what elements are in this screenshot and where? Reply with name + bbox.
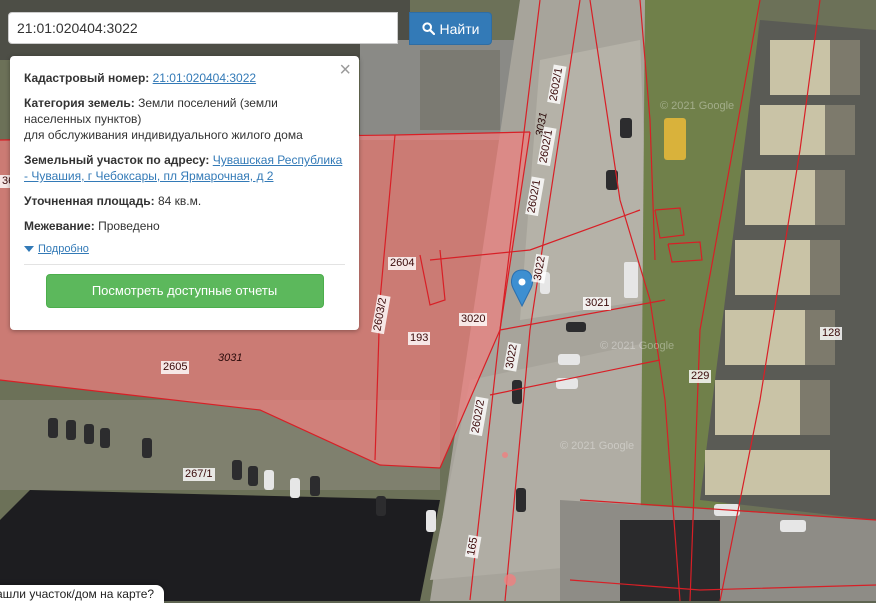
search-button-label: Найти [439,20,480,37]
address-row: Земельный участок по адресу: Чувашская Р… [24,152,345,184]
parcel-label: 2604 [388,257,417,270]
found-parcel-prompt[interactable]: ашли участок/дом на карте? [0,585,165,603]
area-label: Уточненная площадь: [24,194,155,208]
parcel-label: 193 [408,332,431,345]
category-purpose: для обслуживания индивидуального жилого … [24,128,303,142]
details-toggle[interactable]: Подробно [24,243,345,255]
building-roof [420,50,500,130]
close-icon[interactable]: × [339,60,351,80]
search-input[interactable] [8,12,398,44]
category-label: Категория земель: [24,96,135,110]
map-watermark: © 2021 Google [660,100,735,112]
parcel-label: 229 [689,370,712,383]
map-watermark: © 2021 Google [600,340,675,352]
survey-row: Межевание: Проведено [24,218,345,234]
cadastral-row: Кадастровый номер: 21:01:020404:3022 [24,70,345,86]
cadastral-label: Кадастровый номер: [24,71,150,85]
parcel-label: 267/1 [183,468,215,481]
map-dot [502,452,508,458]
area-value: 84 кв.м. [157,194,202,208]
address-label: Земельный участок по адресу: [24,153,210,167]
cadastral-number-link[interactable]: 21:01:020404:3022 [153,71,256,85]
building-shadow [620,520,720,601]
search-icon [421,22,435,35]
map-watermark: © 2021 Google [560,440,635,452]
details-label: Подробно [38,243,89,255]
search-button[interactable]: Найти [409,12,492,45]
parcel-label: 128 [820,327,843,340]
map-dot [504,574,516,586]
area-row: Уточненная площадь: 84 кв.м. [24,193,345,209]
parcel-label: 2605 [161,361,190,374]
divider [24,264,345,265]
caret-down-icon [24,245,34,252]
survey-label: Межевание: [24,219,95,233]
parcel-info-popup: × Кадастровый номер: 21:01:020404:3022 К… [10,56,359,330]
parcel-label: 3021 [583,297,612,310]
category-row: Категория земель: Земли поселений (земли… [24,95,345,143]
parcel-label: 3020 [459,313,488,326]
view-reports-button[interactable]: Посмотреть доступные отчеты [45,274,324,308]
yellow-vehicle [664,118,686,160]
survey-value: Проведено [98,219,160,233]
parcel-label: 3031 [218,352,243,364]
